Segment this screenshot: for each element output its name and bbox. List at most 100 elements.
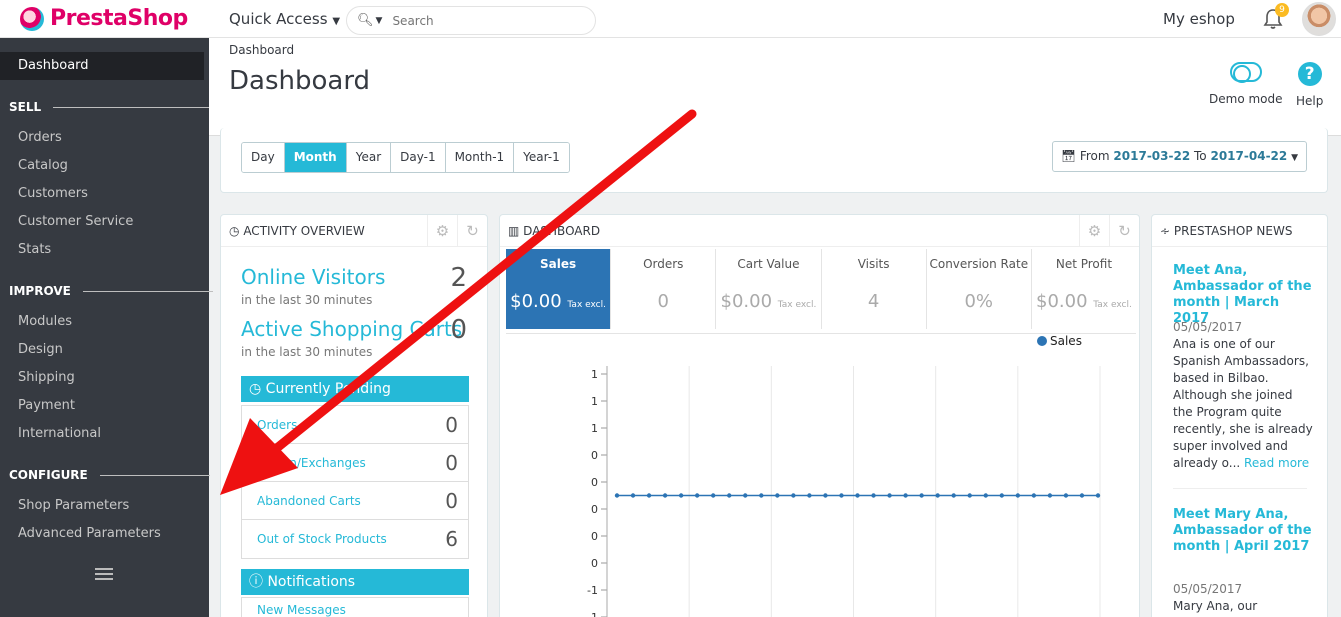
pending-orders-link[interactable]: Orders	[257, 418, 297, 432]
period-month-button[interactable]: Month	[284, 143, 347, 172]
data-point	[711, 493, 716, 498]
gear-icon[interactable]: ⚙	[1079, 215, 1109, 247]
data-point	[694, 493, 700, 498]
user-avatar[interactable]	[1302, 2, 1336, 36]
period-button-group: Day Month Year Day-1 Month-1 Year-1	[241, 142, 570, 173]
kpi-sales[interactable]: Sales $0.00 Tax excl.	[506, 249, 612, 329]
period-year-button[interactable]: Year	[346, 143, 392, 172]
top-bar: PrestaShop Quick Access ▼ 🔍︎ ▼ My eshop …	[0, 0, 1341, 38]
panel-header: ∻ PRESTASHOP NEWS	[1152, 215, 1327, 247]
gear-icon[interactable]: ⚙	[427, 215, 457, 247]
kpi-label: Orders	[643, 257, 684, 271]
sidebar-item-modules[interactable]: Modules	[18, 314, 72, 329]
news-item-title[interactable]: Meet Ana, Ambassador of the month | Marc…	[1173, 263, 1313, 327]
kpi-value: $0.00 Tax excl.	[510, 291, 606, 312]
shop-name-link[interactable]: My eshop	[1163, 10, 1235, 28]
caret-down-icon[interactable]: ▼	[376, 16, 383, 26]
kpi-value: $0.00 Tax excl.	[720, 291, 817, 312]
help-icon: ?	[1297, 62, 1322, 86]
range-from-date: 2017-03-22	[1113, 149, 1191, 163]
pending-value: 0	[445, 451, 458, 475]
breadcrumb[interactable]: Dashboard	[229, 43, 294, 57]
activity-overview-panel: ◷ ACTIVITY OVERVIEW ⚙ ↻ Online Visitors …	[220, 214, 488, 617]
data-point	[887, 493, 892, 498]
notification-count-badge: 9	[1275, 3, 1289, 17]
out-of-stock-link[interactable]: Out of Stock Products	[257, 532, 387, 546]
pending-returns-link[interactable]: Return/Exchanges	[257, 456, 366, 470]
sidebar-item-shipping[interactable]: Shipping	[18, 370, 75, 385]
section-title: Notifications	[267, 574, 356, 590]
search-input[interactable]	[392, 13, 563, 28]
prestashop-logo-icon	[20, 6, 44, 31]
data-point	[903, 493, 908, 498]
kpi-visits[interactable]: Visits 4	[822, 249, 927, 329]
prestashop-news-panel: ∻ PRESTASHOP NEWS Meet Ana, Ambassador o…	[1151, 214, 1328, 617]
kpi-label: Cart Value	[737, 257, 800, 271]
refresh-icon[interactable]: ↻	[457, 215, 487, 247]
kpi-cart-value[interactable]: Cart Value $0.00 Tax excl.	[716, 249, 822, 329]
sidebar-item-customer-service[interactable]: Customer Service	[18, 214, 133, 229]
kpi-value: 0	[657, 291, 669, 312]
y-tick-label: -1	[587, 611, 598, 617]
sidebar-section-configure: CONFIGURE	[9, 468, 210, 482]
y-tick-label: 0	[591, 449, 598, 462]
sidebar-item-catalog[interactable]: Catalog	[18, 158, 68, 173]
data-point	[855, 493, 860, 498]
sidebar-item-dashboard[interactable]: Dashboard	[0, 52, 204, 80]
y-tick-label: 0	[591, 557, 598, 570]
period-selector-panel: Day Month Year Day-1 Month-1 Year-1 📅︎ F…	[220, 128, 1328, 193]
data-point	[871, 493, 876, 498]
sidebar-item-advanced-parameters[interactable]: Advanced Parameters	[18, 526, 161, 541]
sidebar-item-customers[interactable]: Customers	[18, 186, 88, 201]
sidebar-item-payment[interactable]: Payment	[18, 398, 75, 413]
kpi-label: Visits	[857, 257, 890, 271]
search-icon[interactable]: 🔍︎	[357, 13, 374, 28]
data-point	[743, 493, 748, 498]
kpi-conversion-rate[interactable]: Conversion Rate 0%	[927, 249, 1032, 329]
period-month-minus-1-button[interactable]: Month-1	[445, 143, 515, 172]
news-item-title[interactable]: Meet Mary Ana, Ambassador of the month |…	[1173, 507, 1313, 555]
pending-value: 6	[445, 527, 458, 551]
date-range-picker[interactable]: 📅︎ From 2017-03-22 To 2017-04-22 ▼	[1051, 141, 1307, 172]
prestashop-logo[interactable]: PrestaShop	[20, 6, 188, 31]
notifications-button[interactable]: 9	[1263, 3, 1289, 30]
kpi-orders[interactable]: Orders 0	[611, 249, 717, 329]
help-button[interactable]: ? Help	[1296, 62, 1323, 108]
refresh-icon[interactable]: ↻	[1109, 215, 1139, 247]
active-carts-link[interactable]: Active Shopping Carts	[241, 317, 462, 341]
data-point	[983, 493, 988, 498]
data-point	[807, 493, 812, 498]
abandoned-carts-link[interactable]: Abandoned Carts	[257, 494, 361, 508]
kpi-net-profit[interactable]: Net Profit $0.00 Tax excl.	[1032, 249, 1136, 329]
data-point	[727, 493, 732, 498]
kpi-label: Sales	[540, 257, 577, 271]
list-item: Orders 0	[242, 406, 468, 444]
section-title: Currently Pending	[265, 381, 391, 397]
period-day-minus-1-button[interactable]: Day-1	[391, 143, 446, 172]
page-title: Dashboard	[229, 66, 371, 96]
new-messages-link[interactable]: New Messages	[257, 603, 346, 617]
pending-value: 0	[445, 489, 458, 513]
y-tick-label: -1	[587, 584, 598, 597]
kpi-row: Sales $0.00 Tax excl. Orders 0 Cart Valu…	[506, 249, 1136, 329]
y-tick-label: 1	[591, 368, 598, 381]
panel-title: DASHBOARD	[523, 224, 601, 238]
online-visitors-link[interactable]: Online Visitors	[241, 265, 385, 289]
panel-header: ◷ ACTIVITY OVERVIEW ⚙ ↻	[221, 215, 487, 247]
period-year-minus-1-button[interactable]: Year-1	[514, 143, 569, 172]
read-more-link[interactable]: Read more	[1244, 456, 1309, 470]
data-point	[823, 493, 828, 498]
data-point	[678, 493, 684, 498]
sidebar-item-stats[interactable]: Stats	[18, 242, 51, 257]
divider	[99, 474, 210, 476]
sidebar-item-design[interactable]: Design	[18, 342, 63, 357]
sidebar-item-shop-parameters[interactable]: Shop Parameters	[18, 498, 129, 513]
period-day-button[interactable]: Day	[242, 143, 285, 172]
legend-marker	[1037, 336, 1047, 346]
demo-mode-button[interactable]: Demo mode	[1209, 62, 1283, 106]
quick-access-dropdown[interactable]: Quick Access ▼	[229, 10, 340, 28]
sidebar-item-orders[interactable]: Orders	[18, 130, 62, 145]
menu-collapse-icon[interactable]	[95, 568, 113, 583]
sidebar-item-international[interactable]: International	[18, 426, 101, 441]
kpi-label: Conversion Rate	[929, 257, 1029, 271]
